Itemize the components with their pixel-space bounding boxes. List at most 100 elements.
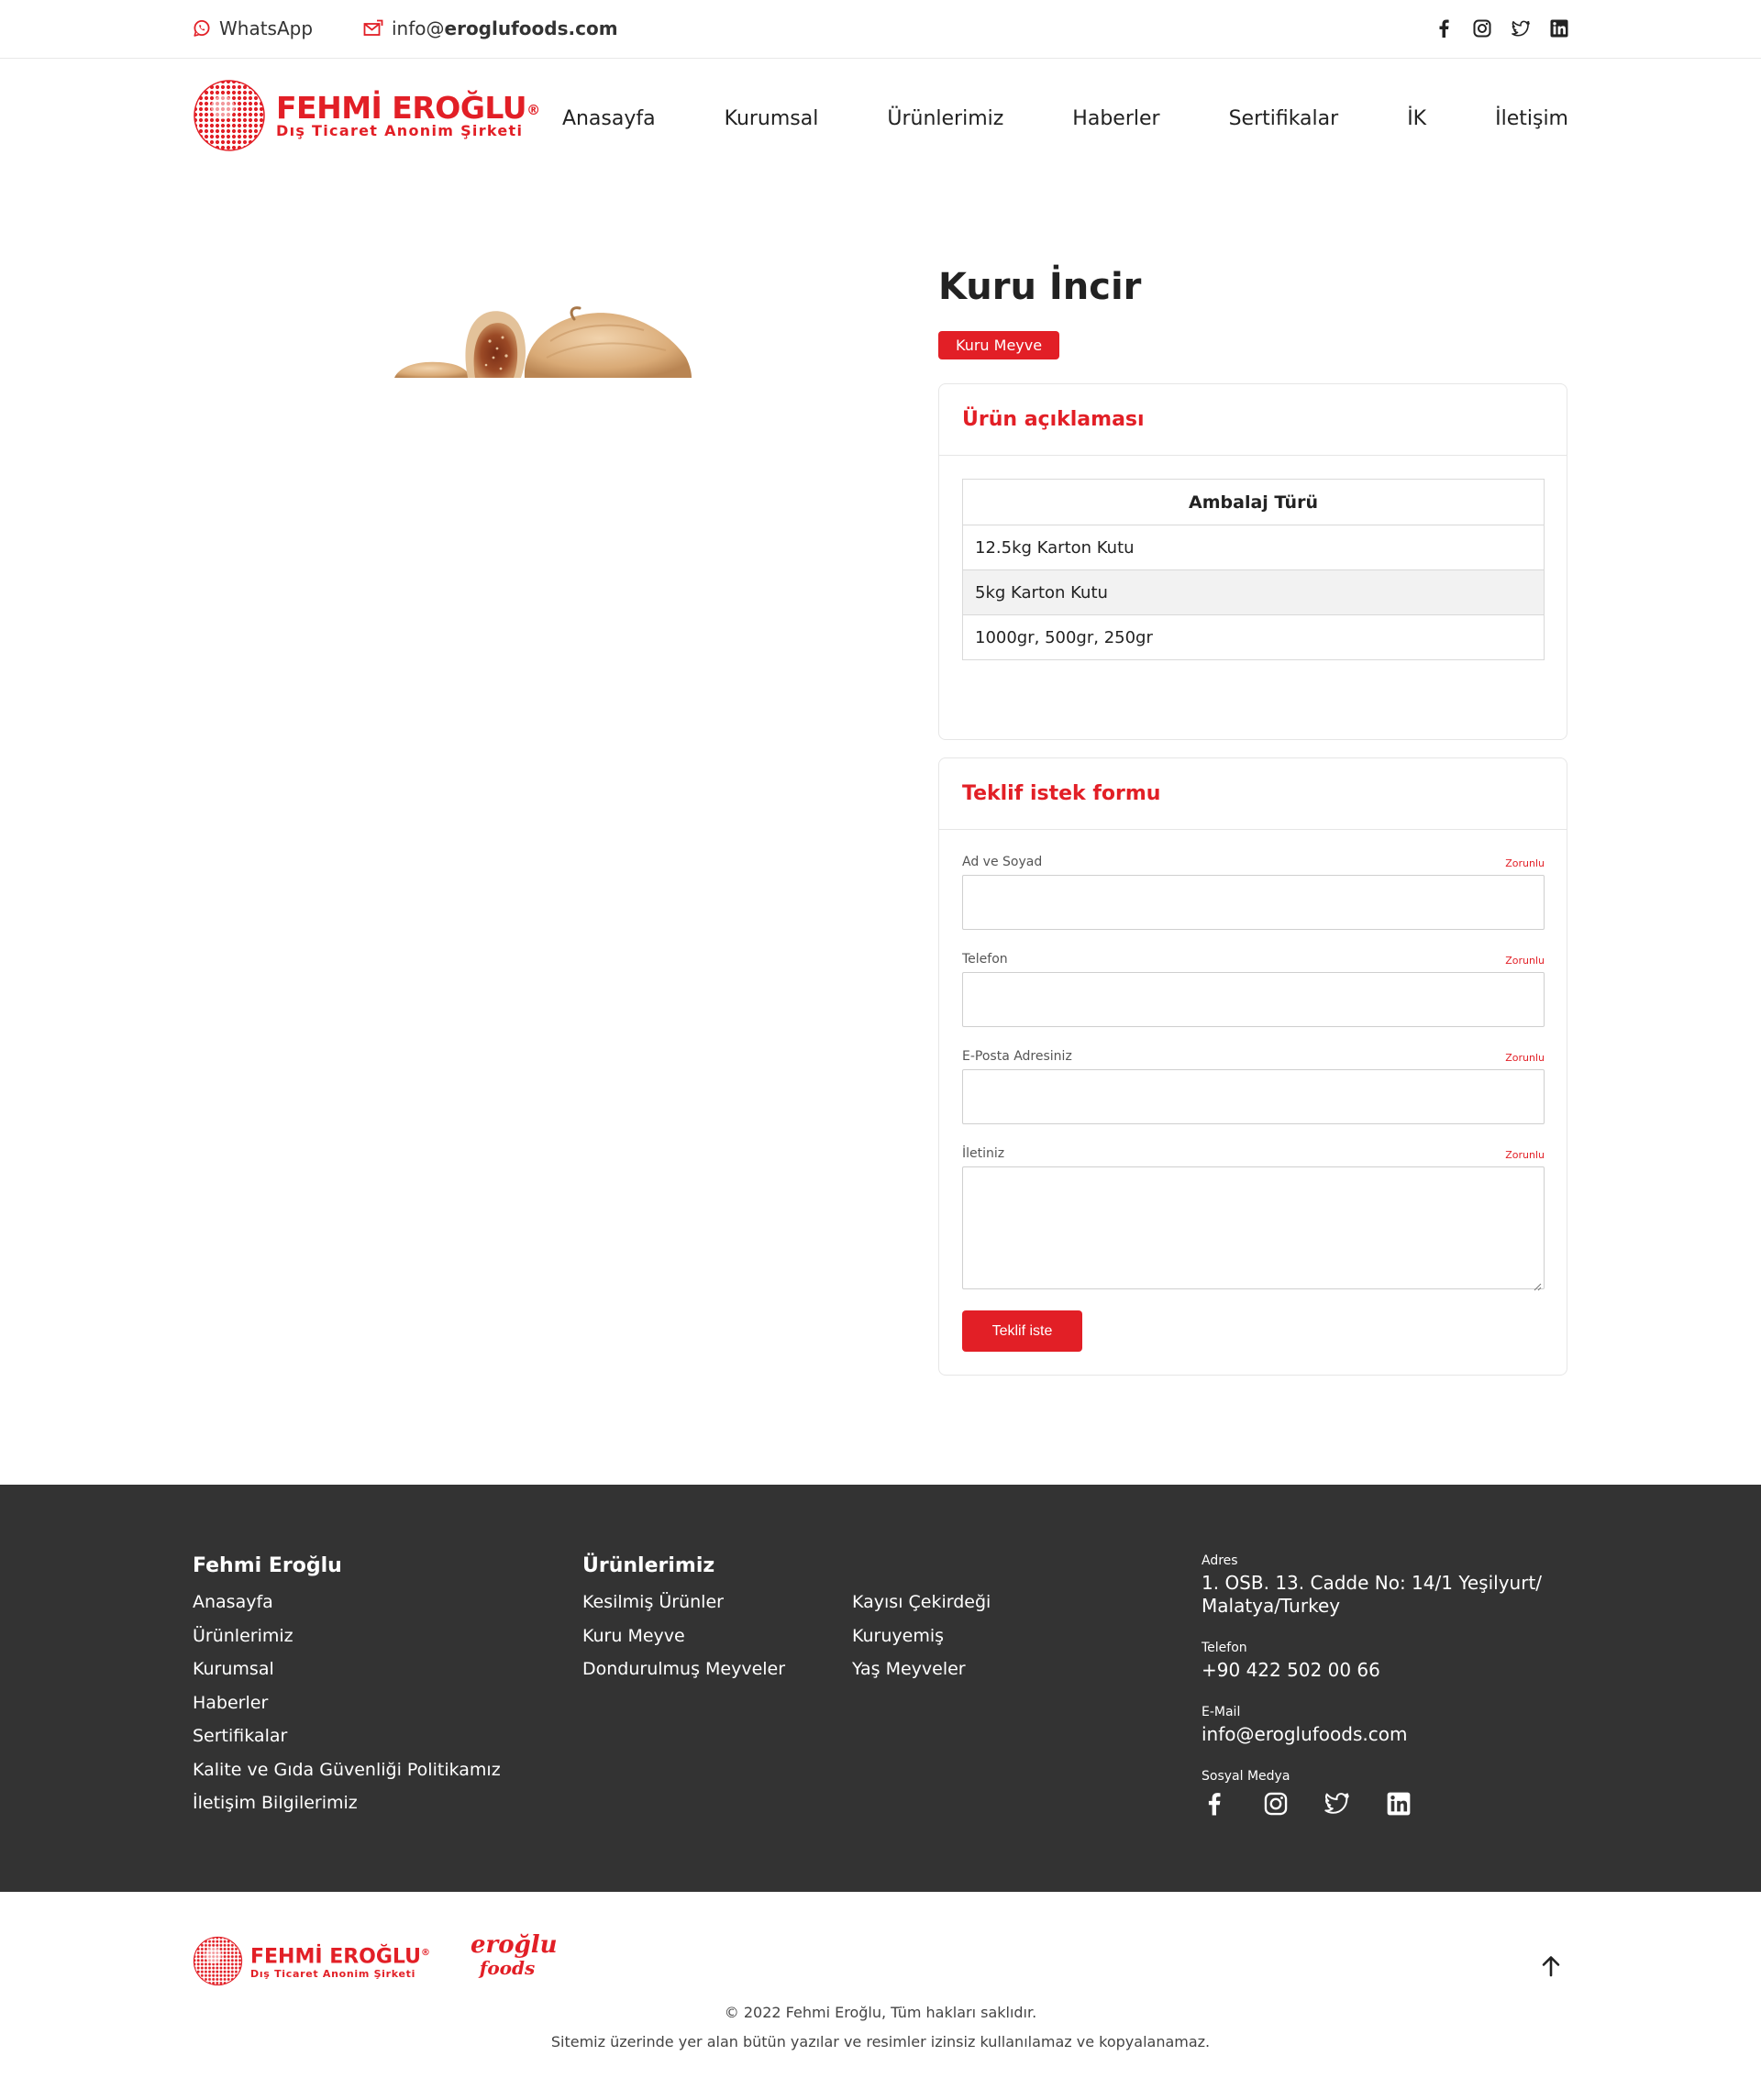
nav-news[interactable]: Haberler (1072, 107, 1159, 130)
top-social-links (1434, 0, 1568, 57)
footer-link[interactable]: Sertifikalar (193, 1719, 501, 1753)
nav-hr[interactable]: İK (1407, 107, 1426, 130)
message-textarea[interactable] (962, 1166, 1545, 1291)
category-badge[interactable]: Kuru Meyve (938, 331, 1060, 359)
product-title: Kuru İncir (938, 266, 1142, 308)
twitter-icon[interactable] (1324, 1791, 1349, 1816)
email-domain: eroglufoods.com (444, 17, 618, 39)
envelope-icon (363, 19, 383, 38)
linkedin-icon[interactable] (1550, 19, 1568, 38)
required-label: Zorunlu (1505, 1052, 1545, 1064)
nav-contact[interactable]: İletişim (1495, 107, 1568, 130)
message-label: İletiniz (962, 1146, 1005, 1161)
submit-quote-button[interactable]: Teklif iste (962, 1310, 1082, 1352)
instagram-icon[interactable] (1473, 19, 1491, 38)
email-input[interactable] (962, 1069, 1545, 1124)
copyright-text: © 2022 Fehmi Eroğlu, Tüm hakları saklıdı… (724, 2004, 1037, 2021)
footer-company-title: Fehmi Eroğlu (193, 1554, 342, 1577)
back-to-top-arrow-icon[interactable] (1539, 1954, 1563, 1978)
footer-products-links-2: Kayısı Çekirdeği Kuruyemiş Yaş Meyveler (852, 1586, 991, 1686)
footer-email: E-Mail info@eroglufoods.com (1202, 1705, 1407, 1746)
footer-link[interactable]: Kuru Meyve (582, 1619, 785, 1653)
description-card: Ürün açıklaması Ambalaj Türü 12.5kg Kart… (938, 383, 1567, 740)
footer-social: Sosyal Medya (1202, 1769, 1290, 1784)
address-line-1: 1. OSB. 13. Cadde No: 14/1 Yeşilyurt/ (1202, 1572, 1543, 1594)
required-label: Zorunlu (1505, 857, 1545, 869)
table-cell: 5kg Karton Kutu (962, 569, 1545, 615)
nav-corporate[interactable]: Kurumsal (725, 107, 819, 130)
main-nav: Anasayfa Kurumsal Ürünlerimiz Haberler S… (562, 59, 1568, 178)
footer-link[interactable]: Haberler (193, 1686, 501, 1720)
table-row: 12.5kg Karton Kutu (962, 525, 1545, 570)
footer-link[interactable]: Kalite ve Gıda Güvenliği Politikamız (193, 1753, 501, 1787)
footer-social-links (1202, 1791, 1411, 1816)
phone-field-group: Telefon Zorunlu (962, 948, 1545, 1027)
instagram-icon[interactable] (1263, 1791, 1288, 1816)
linkedin-icon[interactable] (1386, 1791, 1411, 1816)
footer-phone: Telefon +90 422 502 00 66 (1202, 1641, 1380, 1682)
footer-link[interactable]: Kurumsal (193, 1652, 501, 1686)
phone-value[interactable]: +90 422 502 00 66 (1202, 1659, 1380, 1682)
required-label: Zorunlu (1505, 955, 1545, 967)
address-line-2: Malatya/Turkey (1202, 1595, 1341, 1617)
site-logo[interactable]: FEHMİ EROĞLU® Dış Ticaret Anonim Şirketi (193, 79, 540, 152)
facebook-icon[interactable] (1434, 19, 1453, 38)
bottom-company-logo[interactable]: FEHMİ EROĞLU® Dış Ticaret Anonim Şirketi (193, 1936, 430, 1986)
name-label: Ad ve Soyad (962, 855, 1043, 869)
table-row: 5kg Karton Kutu (962, 569, 1545, 615)
description-heading: Ürün açıklaması (939, 384, 1567, 456)
top-bar: WhatsApp info@eroglufoods.com (0, 0, 1761, 59)
table-row: 1000gr, 500gr, 250gr (962, 614, 1545, 660)
form-heading: Teklif istek formu (939, 758, 1567, 830)
email-prefix: info@ (392, 17, 445, 39)
quote-form-card: Teklif istek formu Ad ve Soyad Zorunlu Te… (938, 757, 1567, 1376)
footer-link[interactable]: Ürünlerimiz (193, 1619, 501, 1653)
whatsapp-icon (193, 19, 211, 38)
table-header: Ambalaj Türü (962, 479, 1545, 525)
social-label: Sosyal Medya (1202, 1769, 1290, 1784)
bottom-logo-name: FEHMİ EROĞLU® (250, 1945, 431, 1969)
footer-link[interactable]: Kayısı Çekirdeği (852, 1586, 991, 1619)
eroglu-foods-logo[interactable]: eroğlu foods (471, 1931, 558, 1980)
footer-link[interactable]: Yaş Meyveler (852, 1652, 991, 1686)
twitter-icon[interactable] (1512, 19, 1530, 38)
facebook-icon[interactable] (1202, 1791, 1226, 1816)
email-label: E-Mail (1202, 1705, 1241, 1719)
globe-logo-icon (193, 79, 266, 152)
footer-link[interactable]: Kesilmiş Ürünler (582, 1586, 785, 1619)
resize-handle-icon[interactable] (1533, 1277, 1542, 1291)
phone-input[interactable] (962, 972, 1545, 1027)
whatsapp-link[interactable]: WhatsApp (193, 0, 313, 57)
bottom-bar: FEHMİ EROĞLU® Dış Ticaret Anonim Şirketi… (0, 1892, 1761, 2100)
table-cell: 12.5kg Karton Kutu (962, 525, 1545, 570)
name-input[interactable] (962, 875, 1545, 930)
phone-label: Telefon (962, 952, 1008, 967)
table-header-row: Ambalaj Türü (962, 479, 1545, 525)
footer-link[interactable]: Kuruyemiş (852, 1619, 991, 1653)
email-link[interactable]: info@eroglufoods.com (363, 0, 618, 57)
nav-certificates[interactable]: Sertifikalar (1229, 107, 1339, 130)
email-text: info@eroglufoods.com (392, 17, 618, 39)
footer-products-title: Ürünlerimiz (582, 1554, 715, 1577)
whatsapp-label: WhatsApp (219, 17, 314, 39)
packaging-table: Ambalaj Türü 12.5kg Karton Kutu 5kg Kart… (962, 479, 1545, 660)
site-header: FEHMİ EROĞLU® Dış Ticaret Anonim Şirketi… (0, 59, 1761, 178)
footer-address: Adres 1. OSB. 13. Cadde No: 14/1 Yeşilyu… (1202, 1553, 1542, 1618)
email-label: E-Posta Adresiniz (962, 1049, 1072, 1064)
footer-link[interactable]: İletişim Bilgilerimiz (193, 1786, 501, 1820)
footer-link[interactable]: Dondurulmuş Meyveler (582, 1652, 785, 1686)
table-cell: 1000gr, 500gr, 250gr (962, 614, 1545, 660)
site-footer: Fehmi Eroğlu Anasayfa Ürünlerimiz Kurums… (0, 1485, 1761, 1892)
globe-logo-icon (193, 1936, 243, 1986)
phone-label: Telefon (1202, 1641, 1247, 1655)
footer-link[interactable]: Anasayfa (193, 1586, 501, 1619)
email-field-group: E-Posta Adresiniz Zorunlu (962, 1045, 1545, 1124)
name-field-group: Ad ve Soyad Zorunlu (962, 851, 1545, 930)
logo-subtitle: Dış Ticaret Anonim Şirketi (276, 122, 524, 139)
foods-logo-line-1: eroğlu (471, 1931, 558, 1959)
email-value[interactable]: info@eroglufoods.com (1202, 1723, 1407, 1746)
footer-company-links: Anasayfa Ürünlerimiz Kurumsal Haberler S… (193, 1586, 501, 1820)
nav-home[interactable]: Anasayfa (562, 107, 656, 130)
copyright-notice: Sitemiz üzerinde yer alan bütün yazılar … (550, 2033, 1211, 2050)
nav-products[interactable]: Ürünlerimiz (887, 107, 1003, 130)
